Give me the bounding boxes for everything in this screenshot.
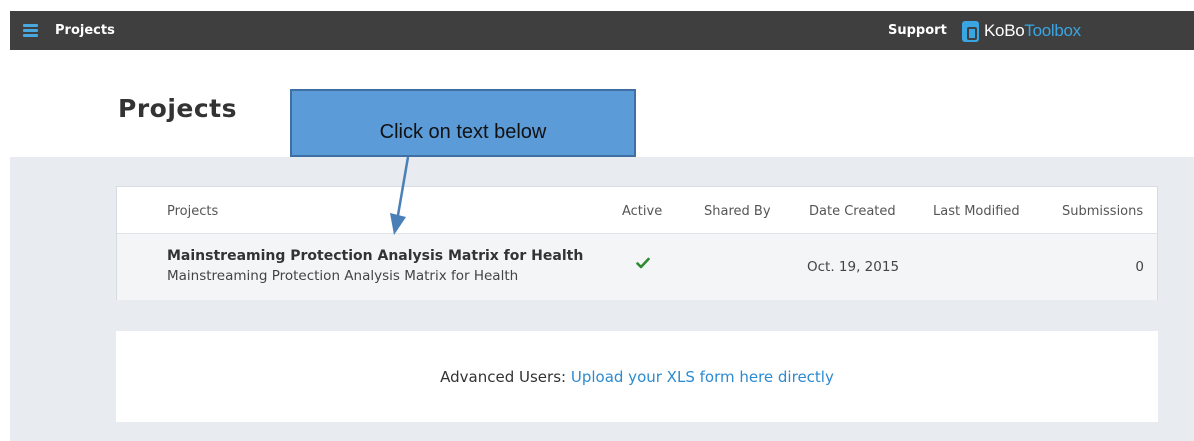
project-title-link[interactable]: Mainstreaming Protection Analysis Matrix…: [167, 248, 583, 264]
logo-text-toolbox: Toolbox: [1024, 21, 1081, 40]
submissions-count: 0: [1135, 259, 1144, 275]
date-created-value: Oct. 19, 2015: [807, 259, 900, 275]
logo-text-kobo: KoBo: [984, 21, 1025, 40]
column-header-shared-by[interactable]: Shared By: [704, 204, 771, 219]
callout-text: Click on text below: [379, 121, 547, 143]
column-header-last-modified[interactable]: Last Modified: [933, 204, 1020, 219]
advanced-users-label: Advanced Users:: [440, 368, 567, 386]
callout-arrow-icon: [390, 156, 410, 235]
kobo-logo-icon: [962, 20, 979, 42]
support-link[interactable]: Support: [888, 11, 947, 50]
advanced-users-panel: Advanced Users: Upload your XLS form her…: [116, 331, 1158, 422]
top-navbar: Projects Support KoBoToolbox: [10, 11, 1194, 50]
column-header-date-created[interactable]: Date Created: [809, 204, 896, 219]
projects-table: Projects Active Shared By Date Created L…: [116, 186, 1158, 300]
callout-annotation: Click on text below: [290, 89, 636, 157]
checkmark-icon: [636, 257, 650, 269]
nav-title[interactable]: Projects: [55, 11, 115, 50]
column-header-projects[interactable]: Projects: [167, 204, 218, 219]
upload-xls-link[interactable]: Upload your XLS form here directly: [571, 368, 834, 386]
column-header-active[interactable]: Active: [622, 204, 662, 219]
hamburger-menu-icon[interactable]: [23, 24, 38, 37]
page-title: Projects: [118, 94, 238, 123]
table-row[interactable]: Mainstreaming Protection Analysis Matrix…: [117, 234, 1157, 300]
table-header: Projects Active Shared By Date Created L…: [117, 187, 1157, 234]
kobo-logo[interactable]: KoBoToolbox: [962, 20, 1081, 42]
project-subtitle: Mainstreaming Protection Analysis Matrix…: [167, 268, 519, 284]
column-header-submissions[interactable]: Submissions: [1062, 204, 1143, 219]
